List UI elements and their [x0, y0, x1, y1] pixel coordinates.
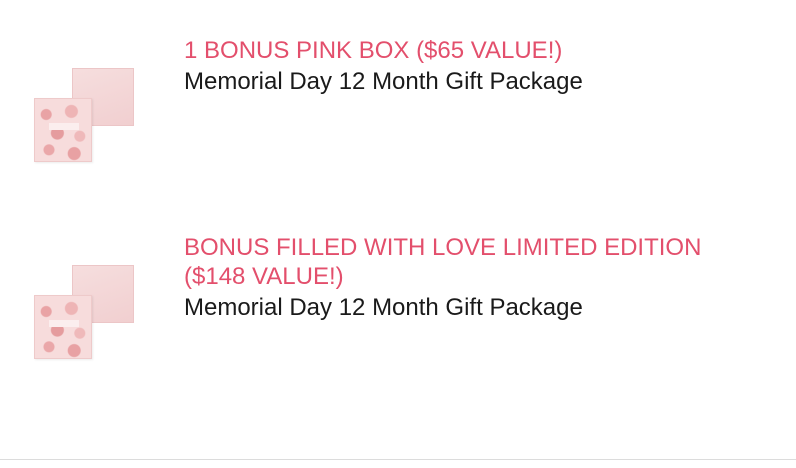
pink-gift-box-image [34, 265, 136, 365]
gift-item-text: BONUS FILLED WITH LOVE LIMITED EDITION (… [184, 233, 744, 323]
bottom-divider [0, 459, 796, 460]
floral-box [34, 98, 92, 162]
box-label [49, 123, 79, 130]
gift-item-title: 1 BONUS PINK BOX ($65 VALUE!) [184, 37, 563, 64]
gift-item-subtitle: Memorial Day 12 Month Gift Package [184, 294, 583, 321]
gift-item: 1 BONUS PINK BOX ($65 VALUE!) Memorial D… [0, 0, 796, 200]
floral-box [34, 295, 92, 359]
box-label [49, 320, 79, 327]
gift-item: BONUS FILLED WITH LOVE LIMITED EDITION (… [0, 200, 796, 440]
gift-item-subtitle: Memorial Day 12 Month Gift Package [184, 68, 583, 95]
gift-item-title: BONUS FILLED WITH LOVE LIMITED EDITION (… [184, 234, 702, 290]
gift-item-text: 1 BONUS PINK BOX ($65 VALUE!) Memorial D… [184, 36, 744, 97]
pink-gift-box-image [34, 68, 136, 168]
